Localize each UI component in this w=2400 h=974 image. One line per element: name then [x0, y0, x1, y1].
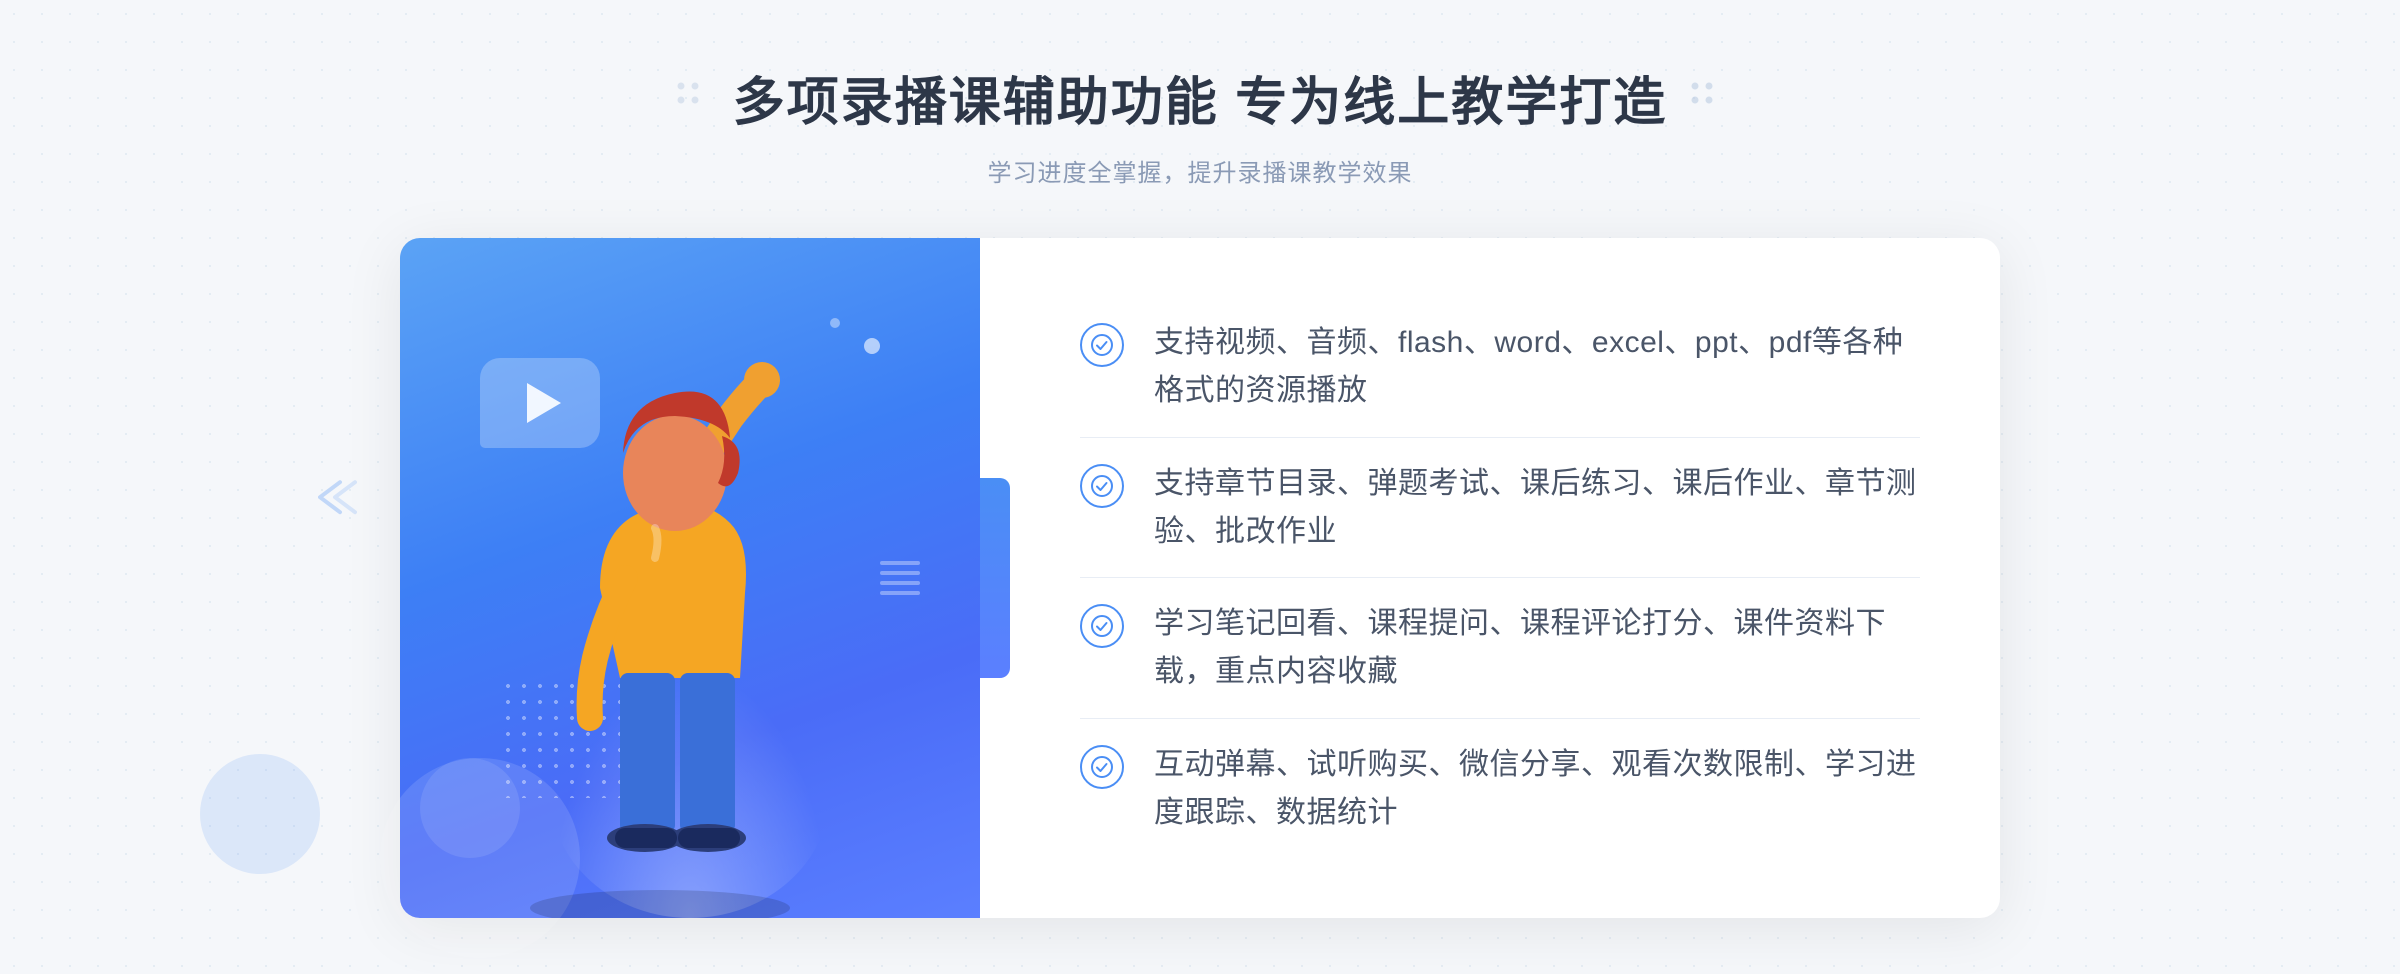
page-title: 多项录播课辅助功能 专为线上教学打造 — [733, 60, 1667, 135]
divider-3 — [1080, 718, 1920, 719]
header-subtitle: 学习进度全掌握，提升录播课教学效果 — [673, 153, 1727, 188]
illustration-area — [400, 238, 980, 918]
check-icon-2 — [1080, 464, 1124, 508]
chevrons-left-decoration — [310, 477, 360, 526]
person-illustration — [460, 298, 920, 918]
main-content-card: 支持视频、音频、flash、word、excel、ppt、pdf等各种格式的资源… — [400, 238, 2000, 918]
feature-text-4: 互动弹幕、试听购买、微信分享、观看次数限制、学习进度跟踪、数据统计 — [1154, 741, 1920, 837]
header-title-row: 多项录播课辅助功能 专为线上教学打造 — [673, 60, 1727, 135]
check-icon-4 — [1080, 745, 1124, 789]
page-container: 多项录播课辅助功能 专为线上教学打造 学习进度全掌握，提升录播课教学效果 — [0, 0, 2400, 974]
check-icon-3 — [1080, 604, 1124, 648]
header-section: 多项录播课辅助功能 专为线上教学打造 学习进度全掌握，提升录播课教学效果 — [673, 60, 1727, 188]
dots-decoration-right — [1687, 78, 1727, 118]
feature-text-2: 支持章节目录、弹题考试、课后练习、课后作业、章节测验、批改作业 — [1154, 460, 1920, 556]
feature-item-3: 学习笔记回看、课程提问、课程评论打分、课件资料下载，重点内容收藏 — [1080, 580, 1920, 716]
feature-text-3: 学习笔记回看、课程提问、课程评论打分、课件资料下载，重点内容收藏 — [1154, 600, 1920, 696]
feature-item-2: 支持章节目录、弹题考试、课后练习、课后作业、章节测验、批改作业 — [1080, 440, 1920, 576]
divider-2 — [1080, 577, 1920, 578]
deco-blue-circle — [200, 754, 320, 874]
feature-text-1: 支持视频、音频、flash、word、excel、ppt、pdf等各种格式的资源… — [1154, 319, 1920, 415]
feature-item-1: 支持视频、音频、flash、word、excel、ppt、pdf等各种格式的资源… — [1080, 299, 1920, 435]
dots-decoration-left — [673, 78, 713, 118]
features-area: 支持视频、音频、flash、word、excel、ppt、pdf等各种格式的资源… — [980, 238, 2000, 918]
check-icon-1 — [1080, 323, 1124, 367]
divider-1 — [1080, 437, 1920, 438]
feature-item-4: 互动弹幕、试听购买、微信分享、观看次数限制、学习进度跟踪、数据统计 — [1080, 721, 1920, 857]
